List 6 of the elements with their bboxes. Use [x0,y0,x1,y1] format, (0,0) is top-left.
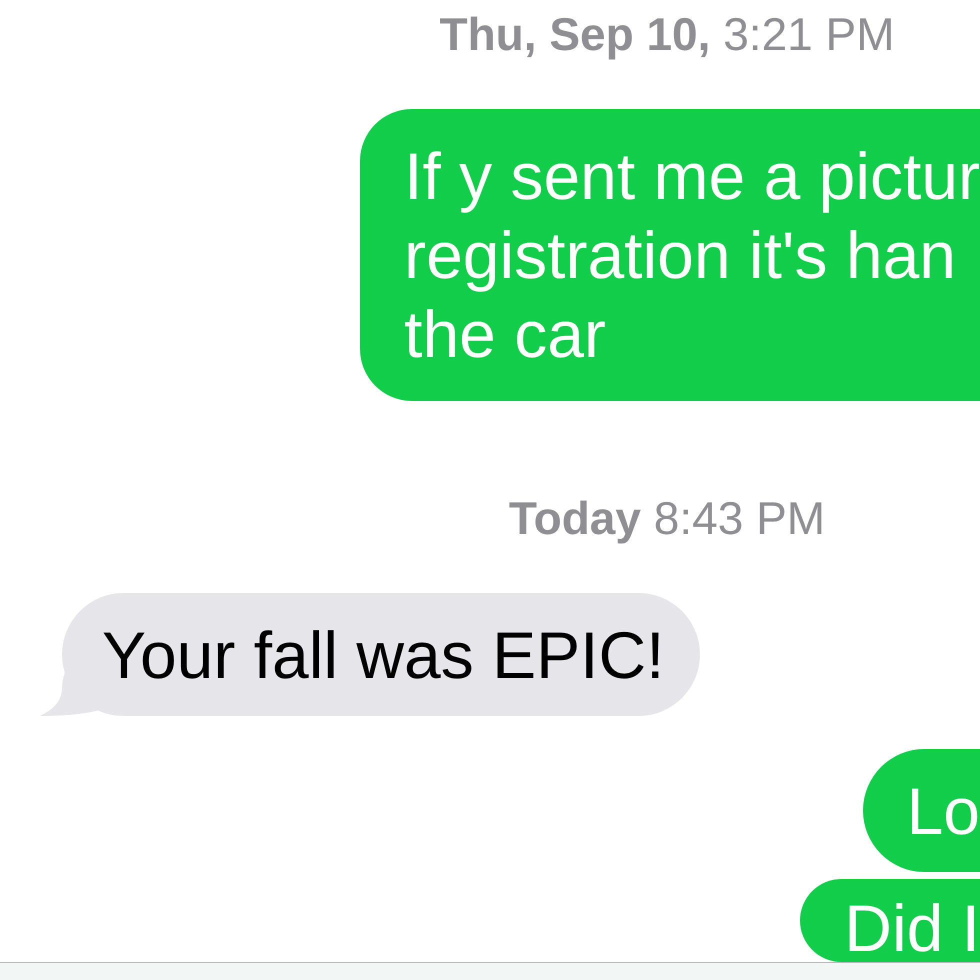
message-text: Did I [844,903,980,953]
timestamp: Today 8:43 PM [508,495,826,541]
timestamp: Thu, Sep 10, 3:21 PM [439,11,895,57]
message-text: Your fall was EPIC! [102,630,664,680]
message-text: If y sent me a pictur registration it's han the car [404,138,980,373]
message-text: Lo [906,786,980,836]
